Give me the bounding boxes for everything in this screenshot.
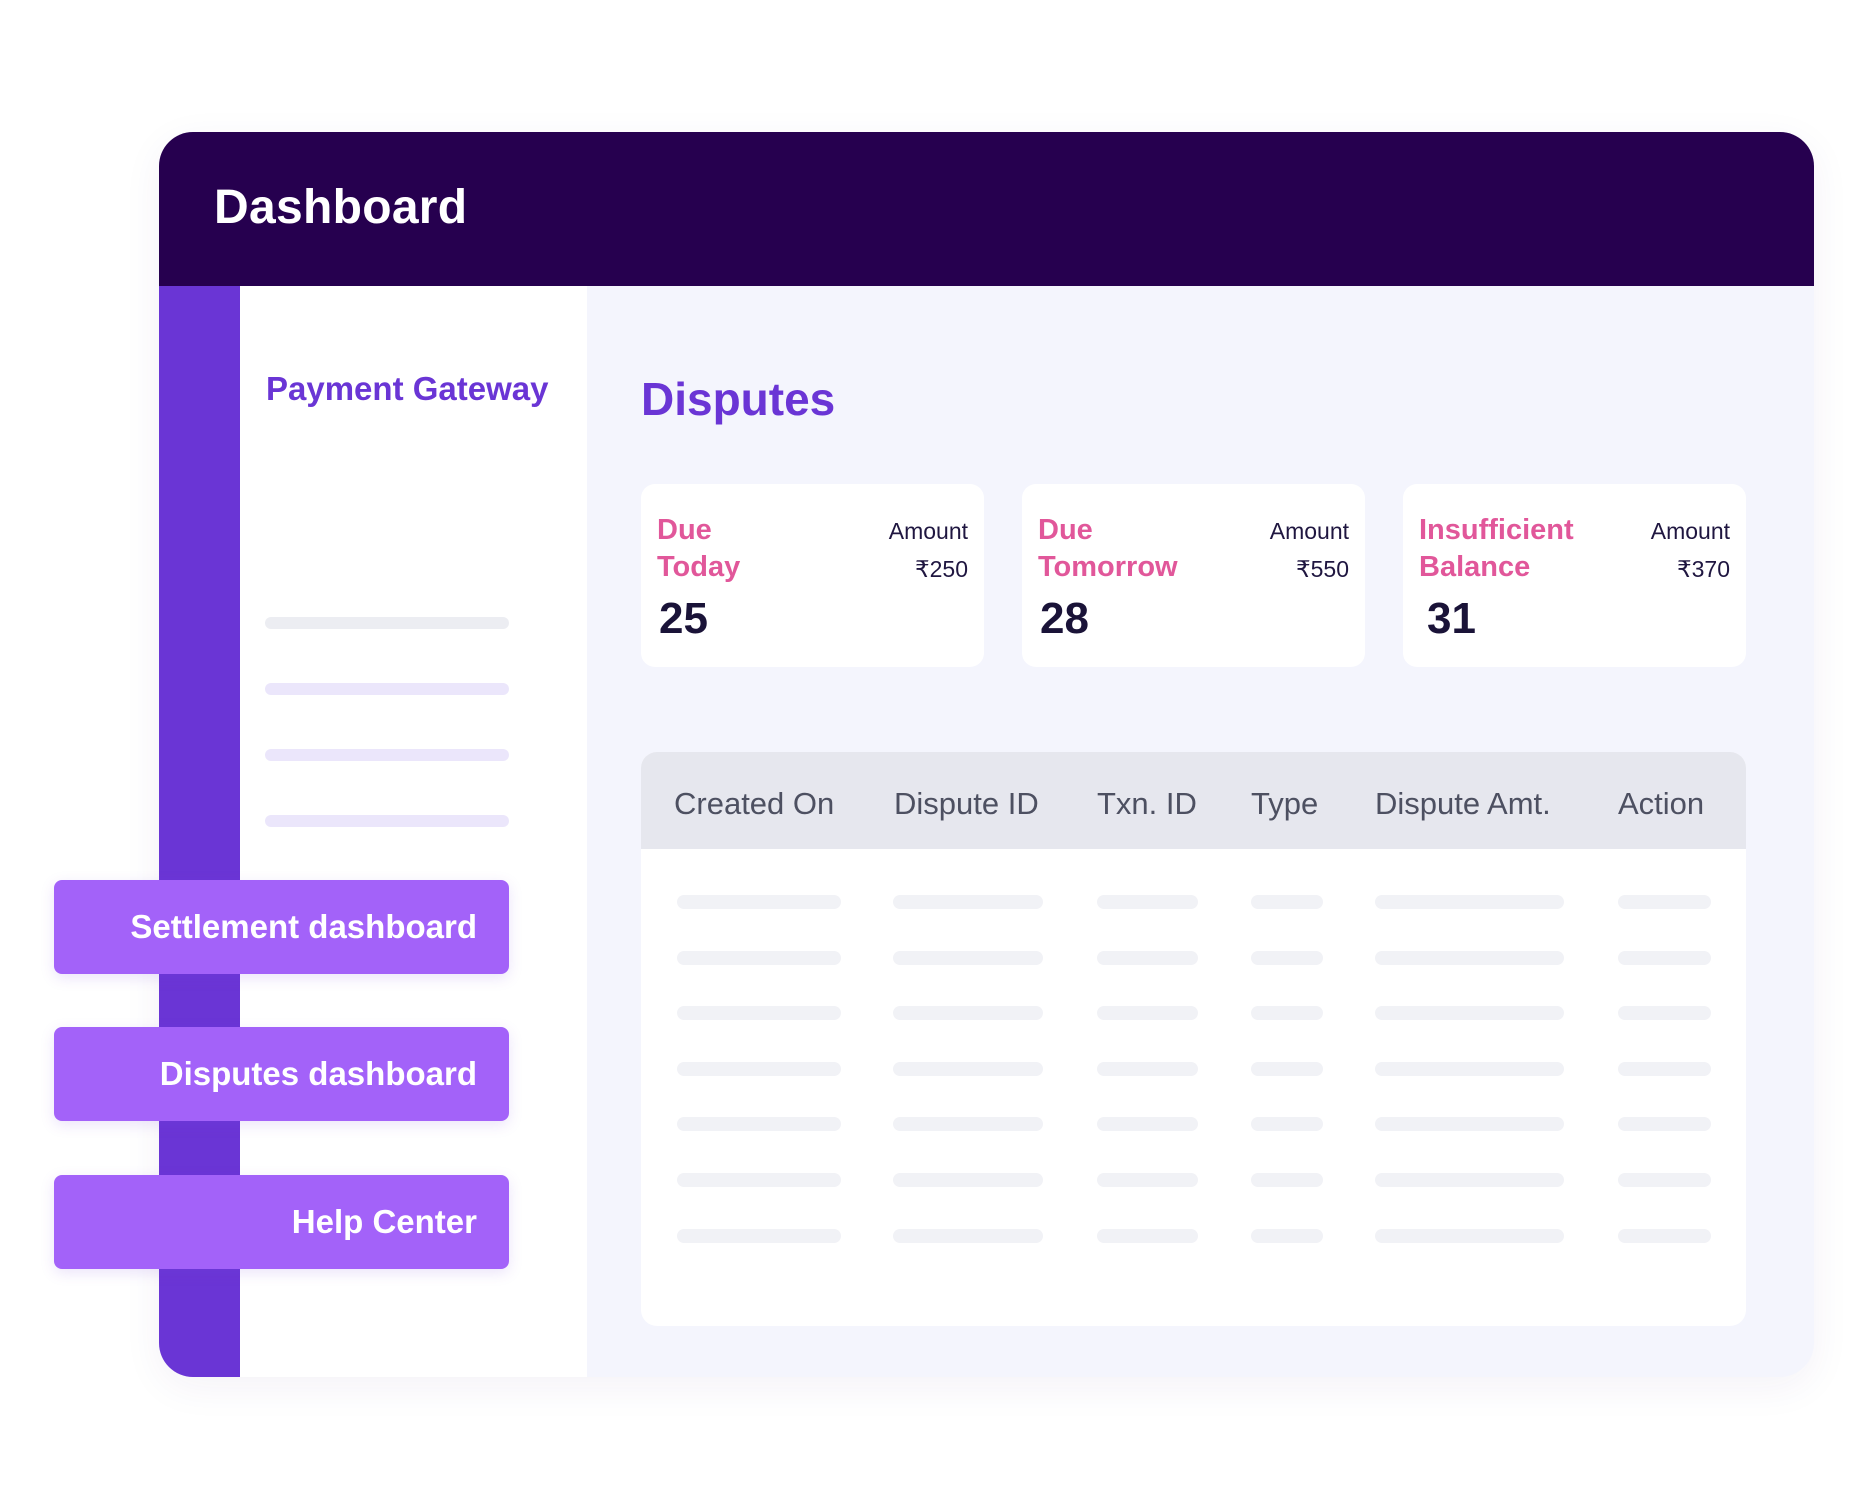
table-cell-placeholder — [1097, 1117, 1198, 1131]
stage: Dashboard Payment Gateway Disputes Due T… — [0, 0, 1860, 1499]
card-amount-value: ₹370 — [1676, 556, 1730, 582]
table-cell-placeholder — [1375, 895, 1564, 909]
summary-card-due-tomorrow[interactable]: Due Tomorrow Amount ₹550 28 — [1022, 484, 1365, 667]
card-amount-label: Amount — [888, 518, 968, 544]
table-cell-placeholder — [1097, 951, 1198, 965]
column-header-action[interactable]: Action — [1618, 786, 1704, 822]
table-cell-placeholder — [893, 895, 1043, 909]
table-cell-placeholder — [1097, 1062, 1198, 1076]
card-amount-label: Amount — [1269, 518, 1349, 544]
table-cell-placeholder — [1251, 1229, 1323, 1243]
table-cell-placeholder — [1618, 1229, 1711, 1243]
table-cell-placeholder — [1097, 1006, 1198, 1020]
summary-card-insufficient-balance[interactable]: Insufficient Balance Amount ₹370 31 — [1403, 484, 1746, 667]
table-cell-placeholder — [1618, 895, 1711, 909]
table-cell-placeholder — [1251, 1062, 1323, 1076]
sidebar-placeholder-line — [265, 815, 509, 827]
column-header-dispute-id[interactable]: Dispute ID — [894, 786, 1039, 822]
card-label: Insufficient Balance — [1419, 514, 1574, 583]
column-header-txn-id[interactable]: Txn. ID — [1097, 786, 1197, 822]
table-cell-placeholder — [1618, 1117, 1711, 1131]
table-cell-placeholder — [1375, 1117, 1564, 1131]
card-amount-value: ₹550 — [1295, 556, 1349, 582]
table-cell-placeholder — [677, 1062, 841, 1076]
card-amount-value: ₹250 — [914, 556, 968, 582]
table-cell-placeholder — [1251, 1006, 1323, 1020]
card-label: Due Tomorrow — [1038, 514, 1178, 583]
table-cell-placeholder — [1097, 1173, 1198, 1187]
table-cell-placeholder — [677, 1117, 841, 1131]
card-count: 25 — [659, 594, 708, 643]
column-header-dispute-amt[interactable]: Dispute Amt. — [1375, 786, 1551, 822]
settlement-dashboard-button[interactable]: Settlement dashboard — [54, 880, 509, 974]
table-cell-placeholder — [1618, 951, 1711, 965]
table-cell-placeholder — [1618, 1062, 1711, 1076]
table-cell-placeholder — [1097, 895, 1198, 909]
table-cell-placeholder — [893, 1173, 1043, 1187]
table-cell-placeholder — [677, 1229, 841, 1243]
table-cell-placeholder — [677, 951, 841, 965]
disputes-dashboard-button[interactable]: Disputes dashboard — [54, 1027, 509, 1121]
table-cell-placeholder — [1375, 1173, 1564, 1187]
column-header-type[interactable]: Type — [1251, 786, 1318, 822]
table-cell-placeholder — [1251, 951, 1323, 965]
sidebar-placeholder-line — [265, 683, 509, 695]
table-cell-placeholder — [677, 1173, 841, 1187]
help-center-button[interactable]: Help Center — [54, 1175, 509, 1269]
column-header-created-on[interactable]: Created On — [674, 786, 834, 822]
table-cell-placeholder — [677, 1006, 841, 1020]
card-count: 31 — [1427, 594, 1476, 643]
sidebar-placeholder-line — [265, 749, 509, 761]
table-cell-placeholder — [1618, 1006, 1711, 1020]
section-title: Disputes — [641, 373, 836, 425]
card-label: Due Today — [657, 514, 741, 583]
page-title: Dashboard — [214, 181, 468, 234]
sidebar-placeholder-line — [265, 617, 509, 629]
summary-card-due-today[interactable]: Due Today Amount ₹250 25 — [641, 484, 984, 667]
table-cell-placeholder — [1375, 1006, 1564, 1020]
table-header: Created On Dispute ID Txn. ID Type Dispu… — [641, 752, 1746, 849]
table-cell-placeholder — [893, 1062, 1043, 1076]
table-cell-placeholder — [893, 1117, 1043, 1131]
table-cell-placeholder — [1618, 1173, 1711, 1187]
header-bar: Dashboard — [159, 132, 1814, 286]
table-cell-placeholder — [893, 951, 1043, 965]
table-cell-placeholder — [893, 1006, 1043, 1020]
sidebar-title[interactable]: Payment Gateway — [266, 370, 548, 408]
table-cell-placeholder — [1375, 1062, 1564, 1076]
table-cell-placeholder — [1375, 1229, 1564, 1243]
card-count: 28 — [1040, 594, 1089, 643]
table-cell-placeholder — [1251, 1117, 1323, 1131]
table-cell-placeholder — [893, 1229, 1043, 1243]
table-cell-placeholder — [677, 895, 841, 909]
table-cell-placeholder — [1097, 1229, 1198, 1243]
card-amount-label: Amount — [1650, 518, 1730, 544]
table-cell-placeholder — [1251, 895, 1323, 909]
table-cell-placeholder — [1251, 1173, 1323, 1187]
table-cell-placeholder — [1375, 951, 1564, 965]
disputes-table: Created On Dispute ID Txn. ID Type Dispu… — [641, 752, 1746, 1326]
